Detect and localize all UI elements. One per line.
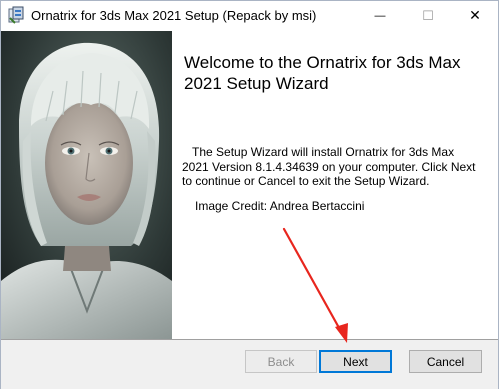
cancel-button[interactable]: Cancel: [409, 350, 482, 373]
image-credit: Image Credit: Andrea Bertaccini: [195, 199, 365, 213]
maximize-icon: ☐: [422, 7, 434, 23]
maximize-button[interactable]: ☐: [405, 1, 451, 30]
title-bar[interactable]: Ornatrix for 3ds Max 2021 Setup (Repack …: [1, 1, 498, 31]
button-bar: Back Next Cancel: [1, 340, 498, 389]
page-title: Welcome to the Ornatrix for 3ds Max 2021…: [184, 53, 461, 93]
minimize-icon: —: [374, 9, 386, 22]
setup-description: The Setup Wizard will install Ornatrix f…: [182, 145, 476, 188]
back-button[interactable]: Back: [245, 350, 317, 373]
installer-icon: [7, 6, 25, 24]
welcome-content: Welcome to the Ornatrix for 3ds Max 2021…: [172, 31, 498, 339]
close-button[interactable]: ✕: [452, 1, 498, 30]
minimize-button[interactable]: —: [357, 1, 403, 30]
window-title: Ornatrix for 3ds Max 2021 Setup (Repack …: [31, 8, 317, 23]
hero-image: [1, 31, 172, 339]
portrait-image: [1, 31, 172, 339]
close-icon: ✕: [469, 7, 481, 23]
next-button[interactable]: Next: [319, 350, 392, 373]
setup-window: Ornatrix for 3ds Max 2021 Setup (Repack …: [0, 0, 499, 389]
